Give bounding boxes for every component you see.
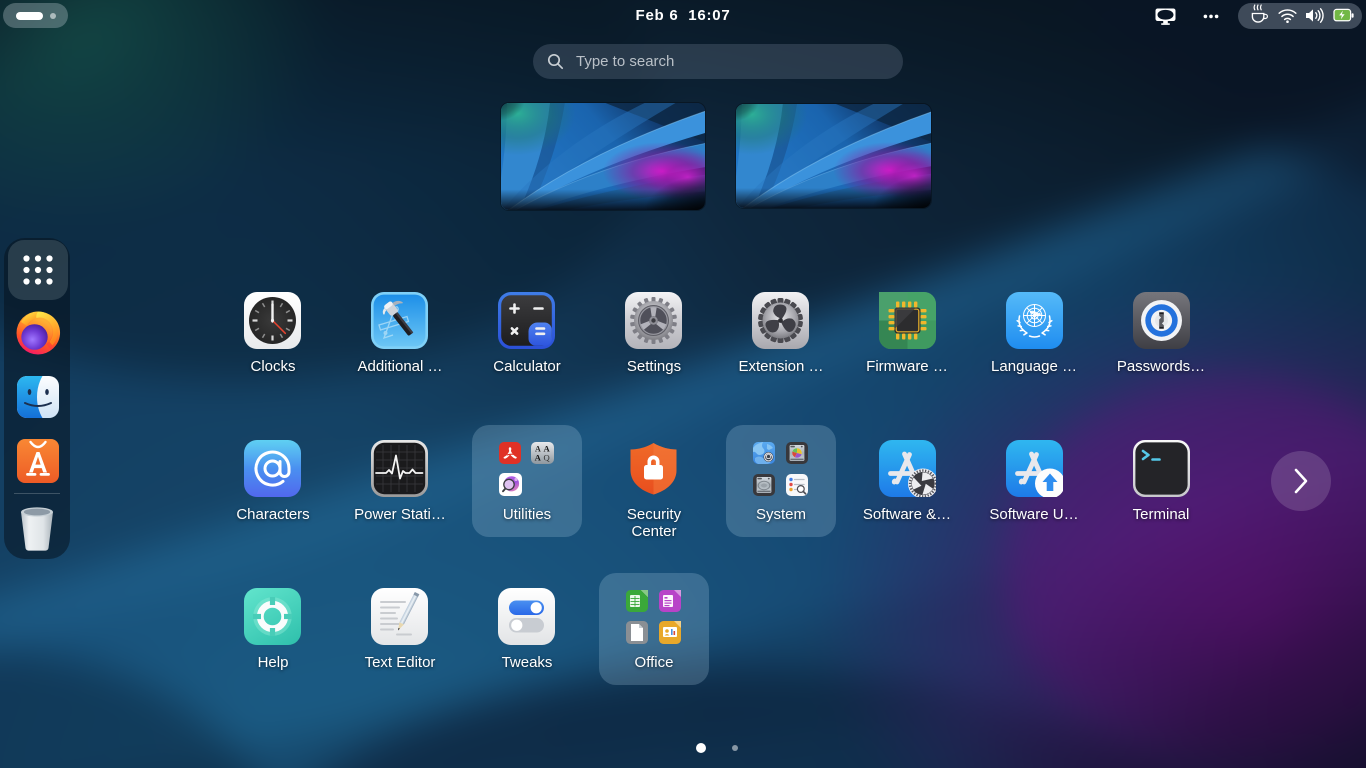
svg-text:A: A [535,453,542,463]
svg-text:Q: Q [544,453,551,463]
